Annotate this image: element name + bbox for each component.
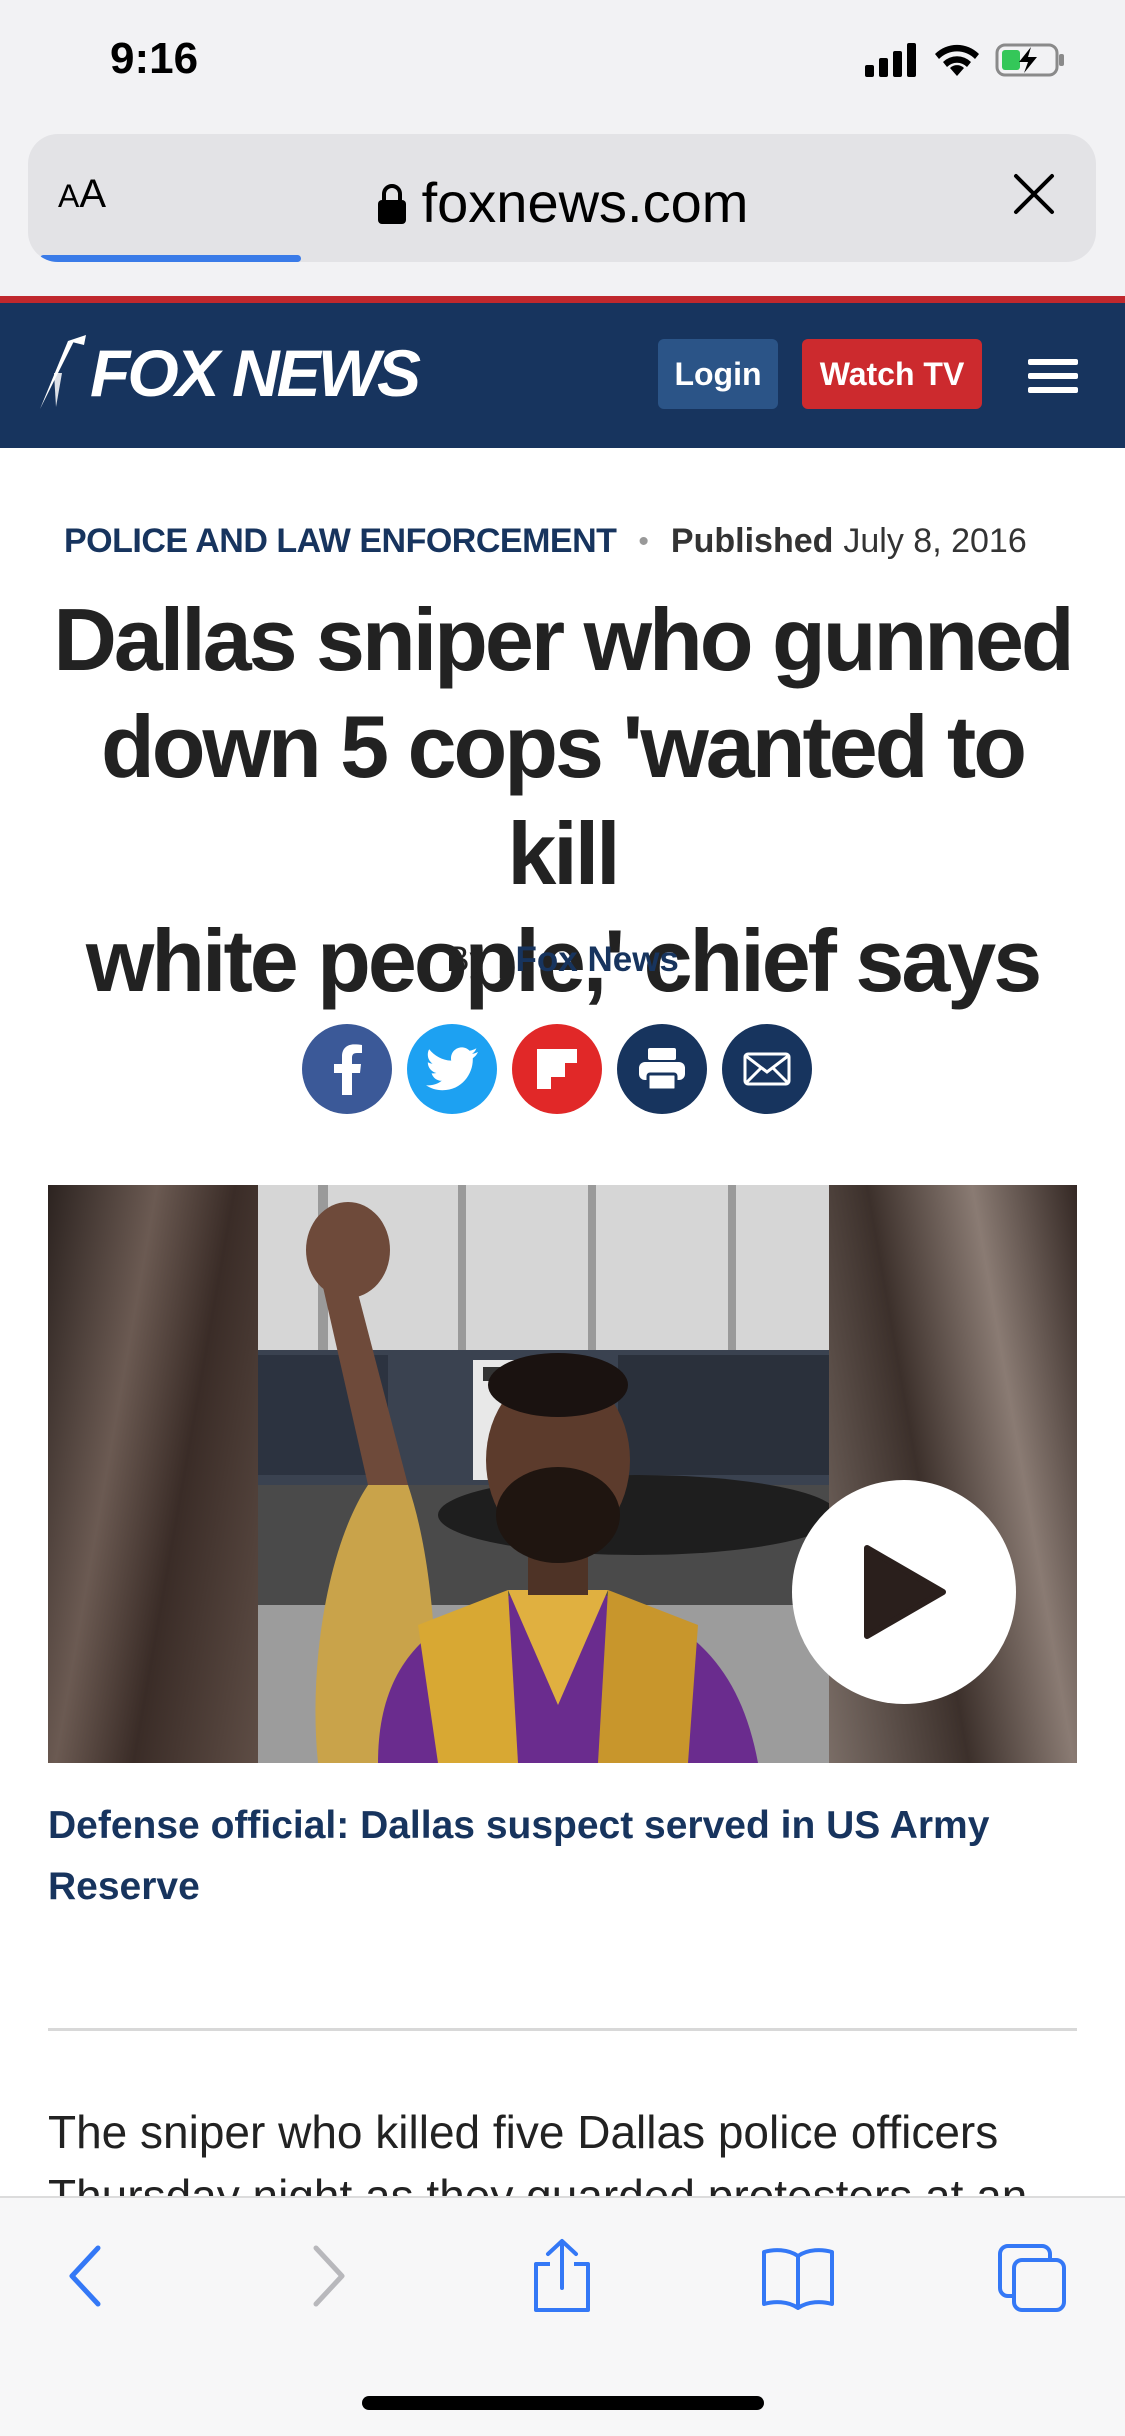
twitter-share-button[interactable]	[407, 1024, 497, 1114]
cellular-signal-icon	[865, 43, 916, 77]
hamburger-menu-icon[interactable]	[1028, 359, 1078, 393]
share-buttons	[302, 1024, 812, 1114]
header-accent-line	[0, 296, 1125, 303]
meta-separator: •	[638, 524, 649, 558]
back-icon[interactable]	[66, 2244, 106, 2308]
forward-icon[interactable]	[308, 2244, 348, 2308]
status-icons	[865, 40, 1067, 80]
video-thumbnail	[258, 1185, 829, 1763]
wifi-icon	[935, 44, 979, 76]
url-display[interactable]: foxnews.com	[28, 170, 1096, 235]
content-divider	[48, 2028, 1077, 2031]
byline-prefix: By |	[446, 940, 506, 979]
load-progress-bar	[40, 255, 301, 262]
play-button[interactable]	[792, 1480, 1016, 1704]
watch-tv-button[interactable]: Watch TV	[802, 339, 982, 409]
headline-line: Dallas sniper who gunned	[53, 590, 1074, 689]
address-bar[interactable]: AA foxnews.com	[28, 134, 1096, 262]
published-date: July 8, 2016	[843, 522, 1027, 560]
print-button[interactable]	[617, 1024, 707, 1114]
facebook-icon	[334, 1044, 362, 1095]
url-text: foxnews.com	[421, 171, 749, 234]
battery-charging-icon	[995, 43, 1064, 77]
lock-icon	[377, 184, 406, 224]
byline-author-link[interactable]: Fox News	[516, 940, 679, 979]
fox-news-logo[interactable]: FOX NEWS	[34, 333, 421, 413]
article-meta: POLICE AND LAW ENFORCEMENT • Published J…	[64, 522, 1064, 561]
category-link[interactable]: POLICE AND LAW ENFORCEMENT	[64, 522, 617, 561]
video-blur-left	[48, 1185, 258, 1763]
status-time: 9:16	[110, 34, 199, 83]
home-indicator	[362, 2396, 764, 2410]
stop-loading-icon[interactable]	[1010, 170, 1058, 218]
tabs-icon[interactable]	[996, 2242, 1068, 2314]
published-label: Published	[670, 522, 834, 560]
body-line: The sniper who killed five Dallas police…	[48, 2106, 999, 2158]
bookmarks-icon[interactable]	[760, 2246, 836, 2310]
login-button[interactable]: Login	[658, 339, 778, 409]
email-share-button[interactable]	[722, 1024, 812, 1114]
site-header: FOX NEWS Login Watch TV	[0, 303, 1125, 448]
browser-chrome: AA foxnews.com	[0, 110, 1125, 298]
facebook-share-button[interactable]	[302, 1024, 392, 1114]
print-icon	[639, 1048, 685, 1092]
email-icon	[743, 1052, 791, 1086]
play-icon	[864, 1545, 946, 1639]
flipboard-share-button[interactable]	[512, 1024, 602, 1114]
byline: By | Fox News	[0, 940, 1125, 980]
flipboard-icon	[537, 1049, 577, 1089]
video-player[interactable]	[48, 1185, 1077, 1763]
headline-line: down 5 cops 'wanted to kill	[101, 697, 1027, 903]
video-caption-link[interactable]: Defense official: Dallas suspect served …	[48, 1795, 1048, 1917]
fox-news-spotlight-icon	[40, 335, 86, 409]
share-icon[interactable]	[530, 2238, 594, 2314]
twitter-icon	[426, 1047, 478, 1091]
